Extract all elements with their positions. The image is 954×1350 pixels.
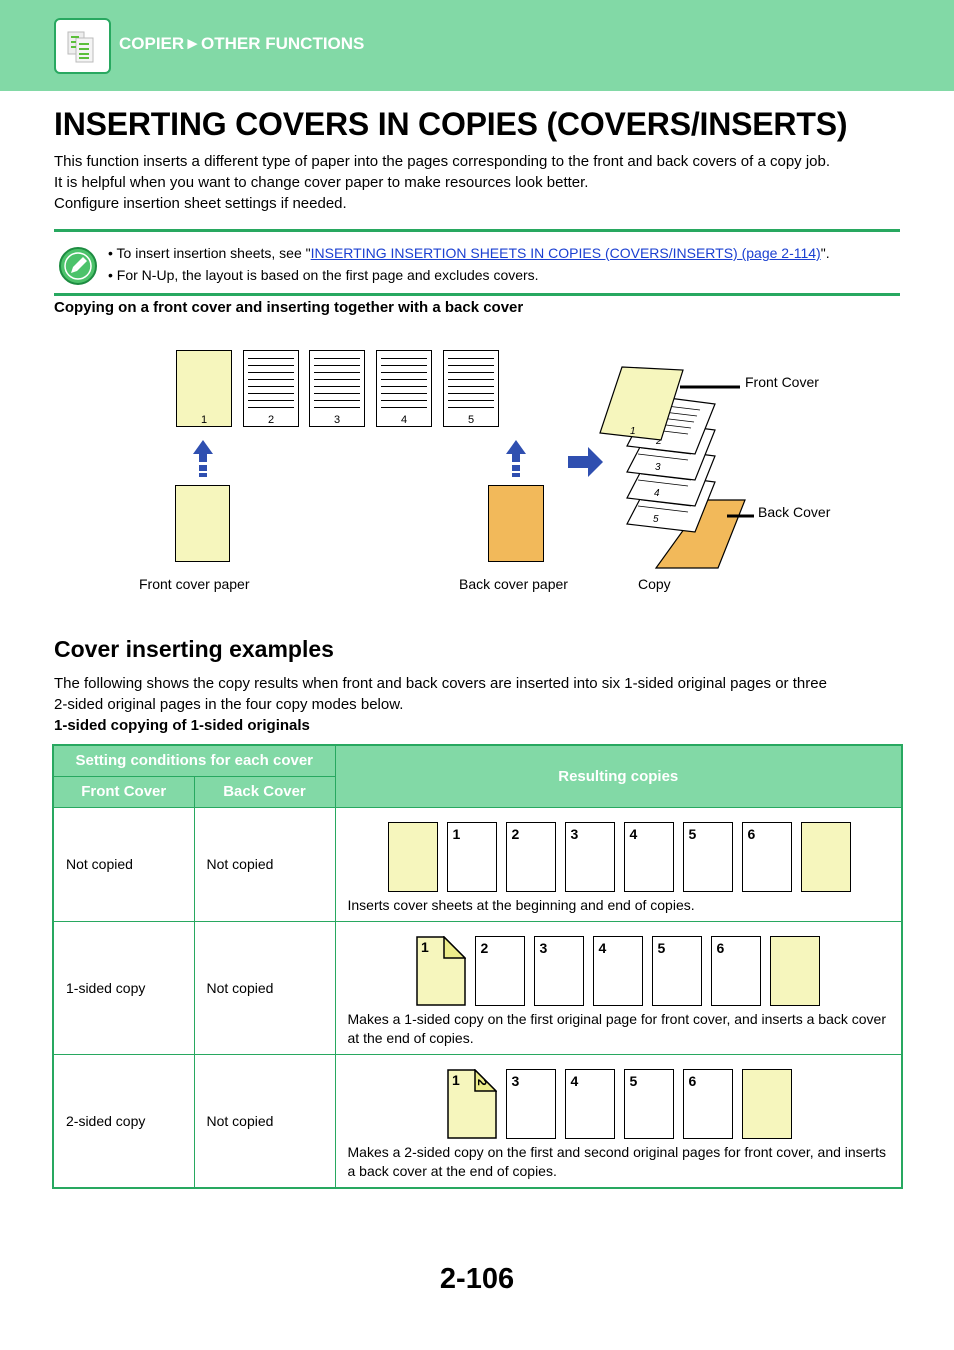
result-description: Makes a 2-sided copy on the first and se… xyxy=(347,1143,887,1179)
diagram-graphics: 54321 xyxy=(193,366,754,569)
header-front: Front Cover xyxy=(52,775,195,808)
sheet-number: 3 xyxy=(655,462,661,473)
result-cell: 1 2 3 4 5 6 Inserts cover sheets at the beginn… xyxy=(334,806,903,922)
result-description: Inserts cover sheets at the beginning an… xyxy=(347,896,695,913)
back-cover-setting: Not copied xyxy=(193,1053,336,1189)
copy-page: 5 xyxy=(651,935,702,1006)
table-row: 2-sided copy Not copied 1 2 3 4 5 6 Makes a 2-si… xyxy=(52,1053,903,1189)
cover-sheet xyxy=(769,935,820,1006)
front-cover-paper-label: Front cover paper xyxy=(139,576,250,592)
table-row: Not copied Not copied 1 2 3 4 5 6 Inserts cover … xyxy=(52,806,903,922)
sheet-number: 5 xyxy=(653,514,659,525)
right-arrow-icon xyxy=(568,447,603,477)
svg-text:2: 2 xyxy=(475,1079,489,1086)
copy-page: 2 xyxy=(505,821,556,892)
cover-sheet xyxy=(387,821,438,892)
cover-sheet xyxy=(741,1068,792,1139)
copy-page: 6 xyxy=(741,821,792,892)
back-cover-setting: Not copied xyxy=(193,920,336,1055)
copy-page: 5 xyxy=(623,1068,674,1139)
page-number: 2-106 xyxy=(439,1263,515,1295)
note-box: • To insert insertion sheets, see "INSER… xyxy=(54,229,900,296)
copy-page: 4 xyxy=(592,935,643,1006)
svg-text:1: 1 xyxy=(630,426,636,437)
copy-page: 4 xyxy=(564,1068,615,1139)
front-cover-label: Front Cover xyxy=(745,374,819,390)
result-description: Makes a 1-sided copy on the first origin… xyxy=(347,1010,887,1046)
result-cell: 1 2 3 4 5 6 Makes a 1-sided copy on the first … xyxy=(334,920,903,1055)
up-arrow-icon xyxy=(506,440,526,477)
note-item: • For N-Up, the layout is based on the f… xyxy=(108,267,539,283)
copy-page: 5 xyxy=(682,821,733,892)
copy-page: 3 xyxy=(564,821,615,892)
copy-page: 2 xyxy=(474,935,525,1006)
breadcrumb[interactable]: COPIER►OTHER FUNCTIONS xyxy=(119,34,364,54)
copy-page: 3 xyxy=(505,1068,556,1139)
copier-icon xyxy=(54,18,111,74)
back-cover-paper-label: Back cover paper xyxy=(459,576,568,592)
sheet-number: 4 xyxy=(654,488,660,499)
copy-page: 6 xyxy=(682,1068,733,1139)
svg-text:1: 1 xyxy=(452,1072,460,1088)
copy-page: 6 xyxy=(710,935,761,1006)
examples-heading: Cover inserting examples xyxy=(54,636,334,662)
up-arrow-icon xyxy=(193,440,213,477)
page-title: INSERTING COVERS IN COPIES (COVERS/INSER… xyxy=(54,106,848,142)
back-cover-setting: Not copied xyxy=(193,806,336,922)
result-cell: 1 2 3 4 5 6 Makes a 2-sided copy on the first … xyxy=(334,1053,903,1189)
note-item: • To insert insertion sheets, see "INSER… xyxy=(108,245,830,261)
intro-line: It is helpful when you want to change co… xyxy=(54,174,589,191)
header-back: Back Cover xyxy=(193,775,336,808)
front-cover-setting: Not copied xyxy=(52,806,195,922)
header-result: Resulting copies xyxy=(334,744,903,808)
table-row: 1-sided copy Not copied 1 2 3 4 5 6 Makes a 1-si… xyxy=(52,920,903,1055)
cover-examples-table: Setting conditions for each cover Resulti… xyxy=(52,744,903,1189)
cover-copy-page: 1 xyxy=(415,935,466,1006)
examples-text: The following shows the copy results whe… xyxy=(54,675,827,692)
copy-page: 3 xyxy=(533,935,584,1006)
intro-line: Configure insertion sheet settings if ne… xyxy=(54,195,347,212)
copy-label: Copy xyxy=(638,576,671,592)
cover-copy-page: 12 xyxy=(446,1068,497,1139)
copy-page: 1 xyxy=(446,821,497,892)
cover-sheet xyxy=(800,821,851,892)
section-subheading: Copying on a front cover and inserting t… xyxy=(54,299,524,316)
front-cover-setting: 1-sided copy xyxy=(52,920,195,1055)
front-cover-paper xyxy=(175,485,230,562)
pencil-icon xyxy=(59,247,97,285)
front-cover-setting: 2-sided copy xyxy=(52,1053,195,1189)
copy-page: 4 xyxy=(623,821,674,892)
svg-text:1: 1 xyxy=(421,939,429,955)
intro-line: This function inserts a different type o… xyxy=(54,153,831,170)
back-cover-label: Back Cover xyxy=(758,504,831,520)
header-group: Setting conditions for each cover xyxy=(52,744,336,777)
copy-stack: 54321 xyxy=(599,366,746,569)
examples-text: 2-sided original pages in the four copy … xyxy=(54,696,404,713)
back-cover-paper xyxy=(488,485,544,562)
insertion-sheets-link[interactable]: INSERTING INSERTION SHEETS IN COPIES (CO… xyxy=(311,245,821,261)
examples-subheading: 1-sided copying of 1-sided originals xyxy=(54,717,310,734)
